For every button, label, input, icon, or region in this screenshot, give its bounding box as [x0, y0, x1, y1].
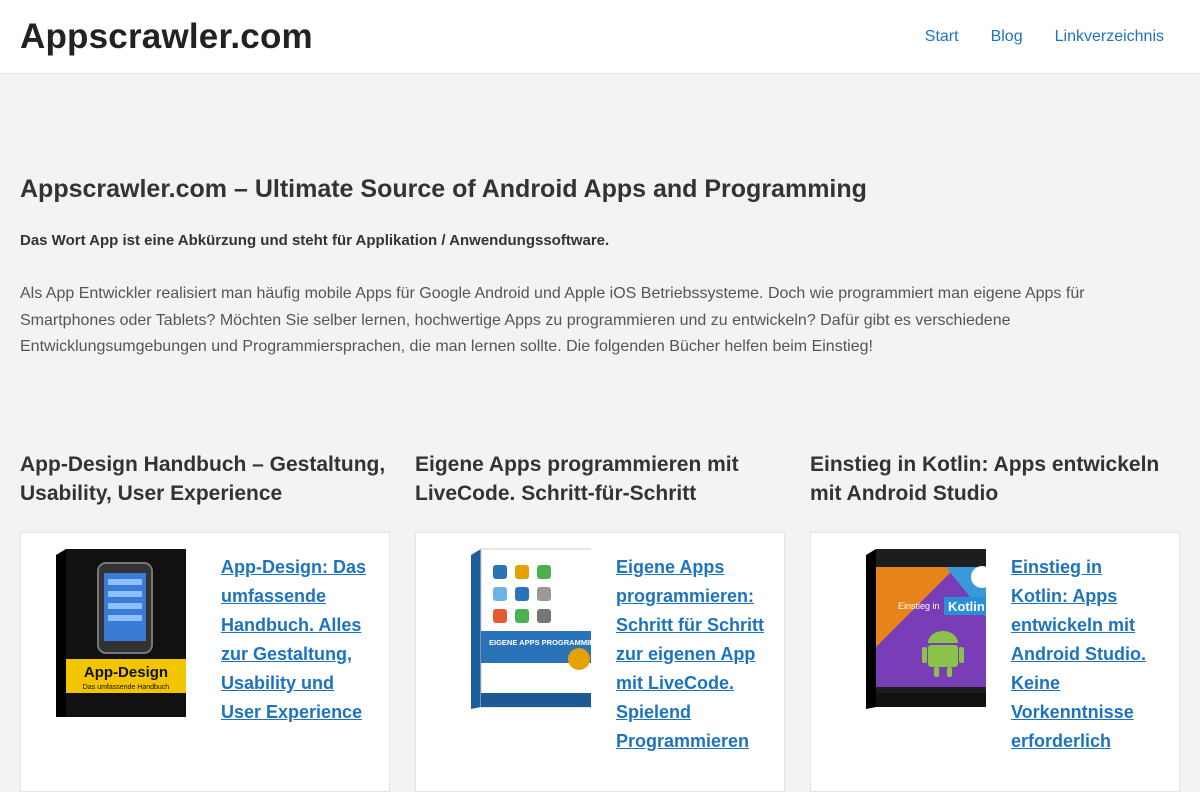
site-title[interactable]: Appscrawler.com	[20, 17, 313, 57]
book-column: Einstieg in Kotlin: Apps entwickeln mit …	[810, 451, 1180, 792]
book-cover[interactable]: App-Design Das umfassende Handbuch	[21, 547, 221, 791]
nav-start[interactable]: Start	[925, 28, 959, 46]
nav-linkverzeichnis[interactable]: Linkverzeichnis	[1055, 28, 1164, 46]
book-column: Eigene Apps programmieren mit LiveCode. …	[415, 451, 785, 792]
svg-text:Kotlin: Kotlin	[948, 599, 985, 614]
book-cover-image: App-Design Das umfassende Handbuch	[56, 549, 186, 717]
page-title: Appscrawler.com – Ultimate Source of And…	[20, 175, 867, 203]
book-card: Einstieg in Kotlin Einstieg in Kotlin: A…	[810, 532, 1180, 792]
book-card: EIGENE APPS PROGRAMMIEREN Eigene Apps pr…	[415, 532, 785, 792]
svg-text:Einstieg in: Einstieg in	[898, 601, 940, 611]
book-cover[interactable]: Einstieg in Kotlin	[811, 547, 1011, 791]
intro-paragraph: Als App Entwickler realisiert man häufig…	[20, 285, 1085, 355]
book-cover-image: Einstieg in Kotlin	[866, 549, 986, 709]
cover-subtitle: Das umfassende Handbuch	[83, 684, 169, 691]
site-header: Appscrawler.com Start Blog Linkverzeichn…	[0, 0, 1200, 74]
book-column: App-Design Handbuch – Gestaltung, Usabil…	[20, 451, 390, 792]
cover-title: App-Design	[84, 664, 168, 681]
book-columns: App-Design Handbuch – Gestaltung, Usabil…	[20, 451, 1180, 792]
book-heading: Eigene Apps programmieren mit LiveCode. …	[415, 453, 739, 505]
book-heading: App-Design Handbuch – Gestaltung, Usabil…	[20, 453, 386, 505]
nav-blog[interactable]: Blog	[991, 28, 1023, 46]
book-link[interactable]: Eigene Apps programmieren: Schritt für S…	[616, 553, 766, 756]
book-link[interactable]: App-Design: Das umfassende Handbuch. All…	[221, 553, 371, 727]
main-nav: Start Blog Linkverzeichnis	[925, 28, 1164, 46]
cover-title: EIGENE APPS PROGRAMMIEREN	[489, 638, 591, 647]
intro-lead: Das Wort App ist eine Abkürzung und steh…	[20, 232, 610, 249]
book-link[interactable]: Einstieg in Kotlin: Apps entwickeln mit …	[1011, 553, 1161, 756]
book-cover[interactable]: EIGENE APPS PROGRAMMIEREN	[416, 547, 616, 791]
book-cover-image: EIGENE APPS PROGRAMMIEREN	[471, 548, 591, 709]
book-card: App-Design Das umfassende Handbuch App-D…	[20, 532, 390, 792]
book-heading: Einstieg in Kotlin: Apps entwickeln mit …	[810, 453, 1160, 505]
